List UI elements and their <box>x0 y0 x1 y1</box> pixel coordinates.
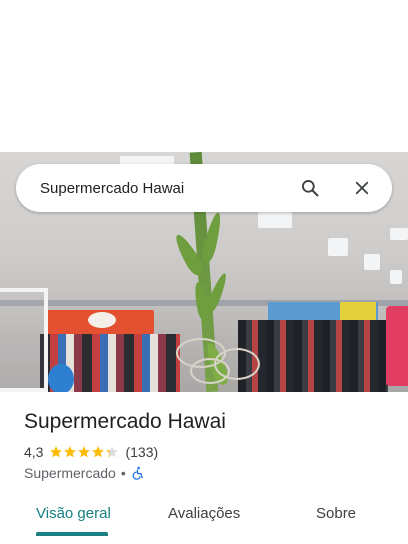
star-icon <box>106 446 119 458</box>
search-icon[interactable] <box>298 176 322 200</box>
close-icon[interactable] <box>350 176 374 200</box>
place-category[interactable]: Supermercado <box>24 465 116 481</box>
star-icon <box>78 446 91 458</box>
tab-bar: Visão geral Avaliações Sobre <box>0 496 408 536</box>
separator-dot: • <box>120 465 126 481</box>
wheelchair-icon <box>131 466 145 480</box>
category-row: Supermercado • <box>24 465 145 481</box>
rating-stars <box>49 445 119 459</box>
place-title: Supermercado Hawai <box>24 410 226 433</box>
rating-value: 4,3 <box>24 444 44 460</box>
star-icon <box>50 446 63 458</box>
place-panel: Supermercado Hawai Supermercado Hawai 4,… <box>0 0 408 544</box>
search-input[interactable]: Supermercado Hawai <box>40 180 298 197</box>
close-icon-graphic <box>355 181 369 195</box>
search-icon-graphic <box>302 180 319 197</box>
rating-row[interactable]: 4,3 (133) <box>24 444 158 460</box>
search-bar[interactable]: Supermercado Hawai <box>16 164 392 212</box>
tab-selected-indicator <box>36 532 108 536</box>
tab-about[interactable]: Sobre <box>316 505 356 522</box>
review-count[interactable]: (133) <box>125 444 158 460</box>
star-icon <box>92 446 105 458</box>
star-icon <box>64 446 77 458</box>
tab-overview[interactable]: Visão geral <box>36 505 111 522</box>
tab-reviews[interactable]: Avaliações <box>168 505 240 522</box>
